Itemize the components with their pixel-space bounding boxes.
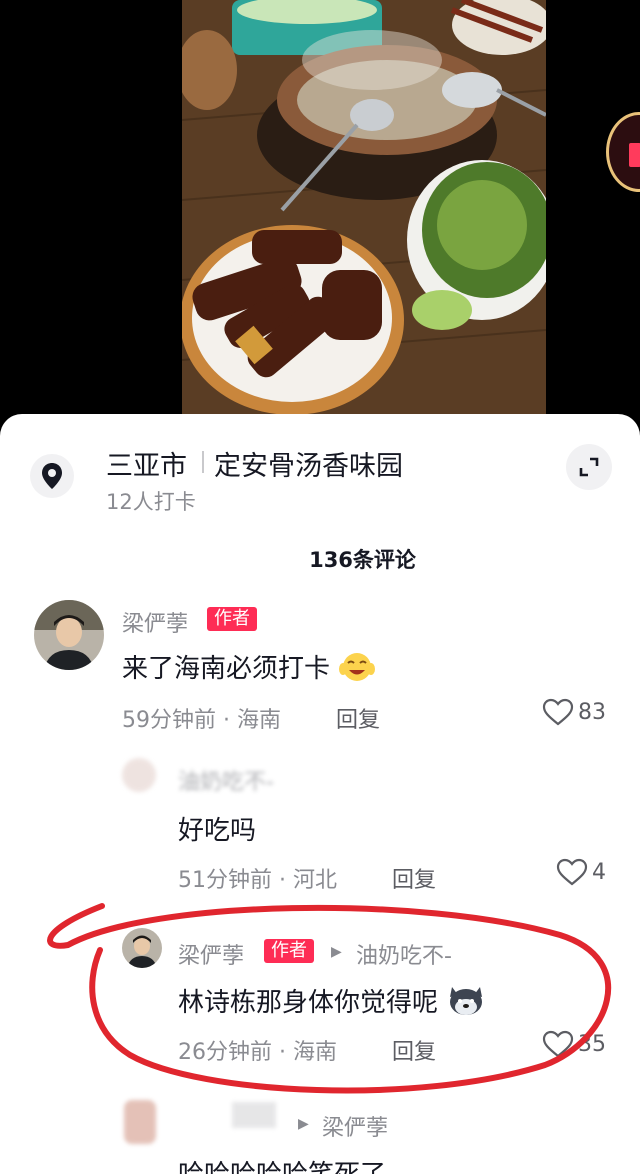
like-button[interactable]: 83 bbox=[542, 698, 606, 726]
avatar[interactable] bbox=[124, 1100, 156, 1144]
like-button[interactable]: 35 bbox=[542, 1030, 606, 1058]
redacted-username bbox=[232, 1102, 276, 1128]
video-player[interactable] bbox=[0, 0, 640, 430]
author-tag: 作者 bbox=[207, 607, 257, 631]
location-pin-icon bbox=[30, 454, 74, 498]
comment-username[interactable]: 油奶吃不- bbox=[178, 764, 274, 796]
reply-arrow-icon: ▶ bbox=[331, 944, 342, 960]
author-tag: 作者 bbox=[264, 939, 314, 963]
expand-button[interactable] bbox=[566, 444, 612, 490]
comment-text-content: 林诗栋那身体你觉得呢 bbox=[178, 988, 439, 1018]
video-frame bbox=[182, 0, 546, 416]
creator-avatar[interactable] bbox=[606, 112, 640, 192]
comment-sheet: 三亚市 定安骨汤香味园 12人打卡 136条评论 梁俨荸 作者 来了海南必须打卡… bbox=[0, 414, 640, 1174]
comment-count: 136条评论 bbox=[309, 548, 416, 572]
comment-text: 好吃吗 bbox=[178, 816, 257, 846]
laughing-emoji-icon bbox=[339, 653, 376, 681]
reply-button[interactable]: 回复 bbox=[336, 702, 380, 734]
reply-button[interactable]: 回复 bbox=[392, 862, 436, 894]
location-checkin-count: 12人打卡 bbox=[106, 490, 196, 514]
like-count: 4 bbox=[592, 859, 606, 885]
comment-text: 哈哈哈哈哈笑死了 bbox=[178, 1154, 386, 1174]
like-count: 83 bbox=[578, 699, 606, 725]
reply-to-username[interactable]: 油奶吃不- bbox=[356, 938, 452, 970]
comment-meta: 51分钟前 · 河北 bbox=[178, 868, 337, 893]
follow-badge bbox=[629, 143, 640, 167]
comment-text: 林诗栋那身体你觉得呢 bbox=[178, 982, 486, 1019]
comment-username[interactable]: 梁俨荸 bbox=[178, 938, 244, 970]
location-divider bbox=[202, 451, 204, 473]
like-button[interactable]: 4 bbox=[556, 858, 606, 886]
comment-meta: 26分钟前 · 海南 bbox=[178, 1040, 337, 1065]
avatar[interactable] bbox=[34, 600, 104, 670]
reply-to-username[interactable]: 梁俨荸 bbox=[322, 1110, 388, 1142]
reply-button[interactable]: 回复 bbox=[392, 1034, 436, 1066]
husky-emoji-icon bbox=[450, 987, 483, 1015]
comment-text-content: 来了海南必须打卡 bbox=[122, 654, 331, 684]
expand-icon bbox=[579, 457, 599, 477]
heart-icon bbox=[556, 858, 588, 886]
avatar[interactable] bbox=[122, 928, 162, 968]
location-place[interactable]: 定安骨汤香味园 bbox=[214, 444, 403, 483]
reply-arrow-icon: ▶ bbox=[298, 1116, 309, 1132]
avatar[interactable] bbox=[122, 758, 156, 792]
like-count: 35 bbox=[578, 1031, 606, 1057]
heart-icon bbox=[542, 698, 574, 726]
location-city[interactable]: 三亚市 bbox=[106, 444, 187, 483]
comment-text: 来了海南必须打卡 bbox=[122, 648, 376, 685]
comment-meta: 59分钟前 · 海南 bbox=[122, 708, 281, 733]
heart-icon bbox=[542, 1030, 574, 1058]
comment-username[interactable]: 梁俨荸 bbox=[122, 606, 188, 638]
